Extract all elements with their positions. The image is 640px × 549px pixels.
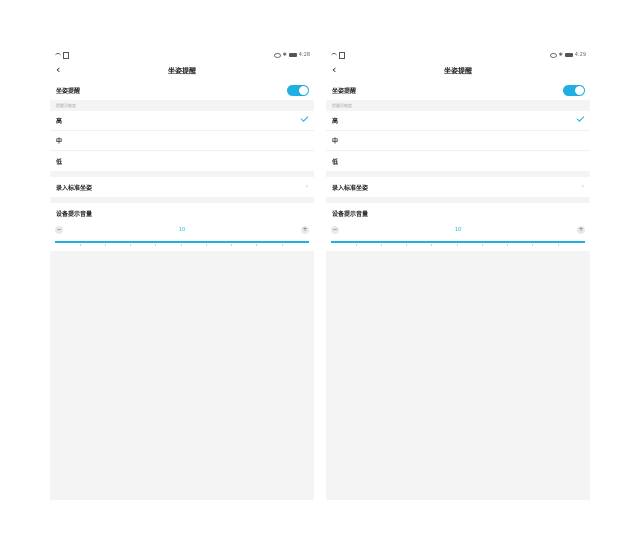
- reminder-toggle[interactable]: [287, 85, 309, 96]
- reminder-label: 坐姿提醒: [332, 87, 357, 95]
- page-title: 坐姿提醒: [168, 66, 196, 75]
- volume-block: 设备提示音量 − 10 +: [326, 203, 590, 251]
- record-posture-label: 录入标准坐姿: [332, 184, 369, 192]
- level-label: 高: [56, 118, 63, 125]
- check-icon: [300, 114, 309, 122]
- reminder-toggle[interactable]: [563, 85, 585, 96]
- volume-plus-button[interactable]: +: [301, 226, 309, 234]
- status-time: 4:29: [574, 52, 586, 58]
- reminder-row: 坐姿提醒: [326, 80, 590, 100]
- wifi-icon: [331, 53, 337, 58]
- level-label: 中: [332, 138, 339, 145]
- reminder-row: 坐姿提醒: [50, 80, 314, 100]
- page-title: 坐姿提醒: [444, 66, 472, 75]
- record-posture-label: 录入标准坐姿: [56, 184, 93, 192]
- level-label: 低: [56, 158, 63, 166]
- check-icon: [576, 114, 585, 122]
- status-bar: ✱ 4:29: [326, 48, 590, 62]
- record-posture-row[interactable]: 录入标准坐姿 ›: [50, 177, 314, 197]
- nav-bar: ‹ 坐姿提醒: [326, 62, 590, 80]
- bluetooth-icon: ✱: [558, 52, 563, 58]
- record-posture-row[interactable]: 录入标准坐姿 ›: [326, 177, 590, 197]
- volume-slider[interactable]: [55, 241, 309, 243]
- chevron-right-icon: ›: [581, 183, 584, 190]
- status-bar: ✱ 4:28: [50, 48, 314, 62]
- nav-bar: ‹ 坐姿提醒: [50, 62, 314, 80]
- level-option-high[interactable]: 高: [50, 111, 314, 131]
- chevron-right-icon: ›: [305, 183, 308, 190]
- level-label: 高: [332, 118, 339, 125]
- phone-screen-right: ✱ 4:29 ‹ 坐姿提醒 坐姿提醒 提醒灵敏度 高 中 低 录入标准坐姿 › …: [326, 48, 590, 500]
- wifi-icon: [55, 53, 61, 58]
- phone-screen-left: ✱ 4:28 ‹ 坐姿提醒 坐姿提醒 提醒灵敏度 高 中 低 录入标准坐姿 › …: [50, 48, 314, 500]
- eye-icon: [549, 52, 557, 58]
- level-option-high[interactable]: 高: [326, 111, 590, 131]
- level-label: 中: [56, 138, 63, 145]
- sensitivity-section-label: 提醒灵敏度: [326, 100, 590, 111]
- bluetooth-icon: ✱: [282, 52, 287, 58]
- volume-block: 设备提示音量 − 10 +: [50, 203, 314, 251]
- status-time: 4:28: [298, 52, 310, 58]
- volume-label: 设备提示音量: [56, 211, 93, 218]
- battery-icon: [288, 53, 297, 57]
- volume-value: 10: [178, 227, 186, 233]
- volume-value: 10: [454, 227, 462, 233]
- volume-plus-button[interactable]: +: [577, 226, 585, 234]
- level-option-medium[interactable]: 中: [50, 131, 314, 151]
- volume-label: 设备提示音量: [332, 211, 369, 218]
- level-label: 低: [332, 158, 339, 166]
- volume-slider[interactable]: [331, 241, 585, 243]
- sim-icon: [63, 52, 69, 59]
- sensitivity-section-label: 提醒灵敏度: [50, 100, 314, 111]
- sim-icon: [339, 52, 345, 59]
- battery-icon: [564, 53, 573, 57]
- eye-icon: [273, 52, 281, 58]
- level-option-medium[interactable]: 中: [326, 131, 590, 151]
- level-option-low[interactable]: 低: [50, 151, 314, 171]
- level-option-low[interactable]: 低: [326, 151, 590, 171]
- reminder-label: 坐姿提醒: [56, 87, 81, 95]
